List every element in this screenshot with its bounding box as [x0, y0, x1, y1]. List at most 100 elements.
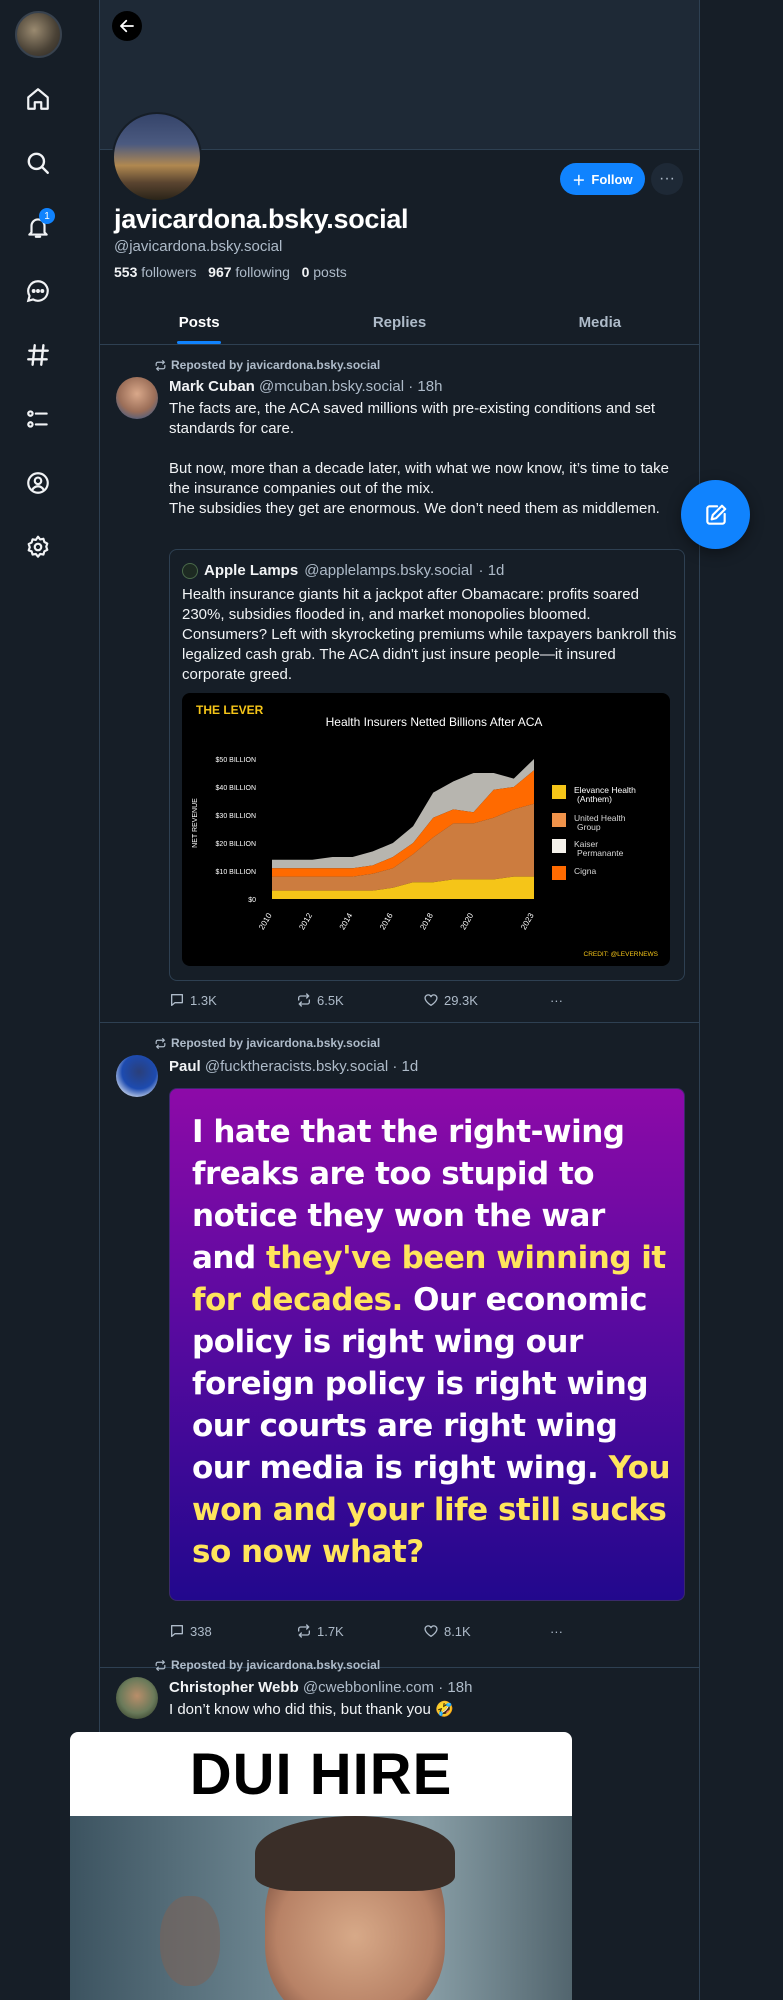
revenue-chart: THE LEVER Health Insurers Netted Billions… — [192, 703, 659, 958]
meme-text: I hate that the right-wing freaks are to… — [192, 1114, 671, 1570]
profile-icon[interactable] — [22, 467, 54, 499]
home-icon[interactable] — [22, 83, 54, 115]
feeds-hash-icon[interactable] — [22, 339, 54, 371]
x-tick-label: 2016 — [378, 911, 395, 931]
settings-gear-icon[interactable] — [22, 531, 54, 563]
profile-header: ＋ Follow ··· javicardona.bsky.social @ja… — [99, 0, 700, 345]
y-tick-label: $40 BILLION — [216, 785, 256, 792]
following-stat[interactable]: 967 following — [208, 264, 290, 280]
x-tick-label: 2014 — [338, 911, 355, 931]
post-time[interactable]: · 1d — [392, 1058, 418, 1075]
post-actions: 338 1.7K 8.1K ··· — [169, 1623, 589, 1639]
legend-swatch — [552, 866, 566, 880]
repost-icon — [297, 993, 310, 1007]
x-tick-label: 2012 — [297, 911, 314, 931]
ellipsis-icon: ··· — [549, 992, 563, 1008]
chat-icon[interactable] — [22, 275, 54, 307]
reply-icon — [171, 994, 183, 1006]
followers-stat[interactable]: 553 followers — [114, 264, 197, 280]
person-hair — [255, 1816, 455, 1891]
like-button[interactable]: 8.1K — [423, 1623, 550, 1639]
author-name[interactable]: Christopher Webb — [169, 1679, 299, 1696]
profile-tabs: Posts Replies Media — [99, 300, 700, 345]
legend-label: Cigna — [574, 866, 596, 876]
quote-author-avatar — [182, 562, 198, 579]
legend-swatch — [552, 785, 566, 799]
meme-image[interactable]: I hate that the right-wing freaks are to… — [169, 1088, 685, 1601]
post-more-button[interactable]: ··· — [550, 992, 589, 1008]
post-header: Christopher Webb @cwebbonline.com · 18h — [169, 1679, 472, 1696]
notification-badge: 1 — [39, 208, 55, 224]
post-time[interactable]: · 18h — [408, 378, 442, 395]
repost-icon — [155, 1659, 166, 1671]
repost-button[interactable]: 6.5K — [296, 992, 423, 1008]
plus-icon: ＋ — [572, 172, 586, 188]
search-icon[interactable] — [22, 147, 54, 179]
tab-replies[interactable]: Replies — [299, 300, 499, 344]
tab-posts[interactable]: Posts — [99, 300, 299, 344]
compose-button[interactable] — [681, 480, 750, 549]
reply-button[interactable]: 338 — [169, 1623, 296, 1639]
like-button[interactable]: 29.3K — [423, 992, 550, 1008]
post-more-button[interactable]: ··· — [550, 1623, 589, 1639]
chart-image[interactable]: THE LEVER Health Insurers Netted Billions… — [182, 693, 670, 966]
author-avatar[interactable] — [116, 1677, 158, 1719]
profile-more-button[interactable]: ··· — [651, 163, 683, 195]
repost-indicator: Reposted by javicardona.bsky.social — [154, 358, 380, 372]
chart-logo: THE LEVER — [196, 703, 264, 717]
compose-pencil-icon — [705, 504, 726, 525]
photo — [70, 1816, 572, 2000]
quoted-post[interactable]: Apple Lamps @applelamps.bsky.social · 1d H… — [169, 549, 685, 981]
quote-text: Health insurance giants hit a jackpot af… — [182, 586, 677, 683]
author-handle[interactable]: @mcuban.bsky.social — [259, 378, 404, 395]
ellipsis-icon: ··· — [659, 170, 675, 187]
y-tick-label: $0 — [248, 897, 256, 904]
follow-button[interactable]: ＋ Follow — [560, 163, 645, 195]
y-tick-label: $10 BILLION — [216, 869, 256, 876]
legend-label: Group — [577, 822, 601, 832]
quote-header: Apple Lamps @applelamps.bsky.social · 1d — [182, 562, 504, 579]
quote-time: · 1d — [478, 562, 505, 579]
post-item[interactable]: Reposted by javicardona.bsky.social Mark… — [99, 345, 700, 1023]
post-header: Paul @fucktheracists.bsky.social · 1d — [169, 1058, 418, 1075]
author-name[interactable]: Mark Cuban — [169, 378, 255, 395]
image-caption: DUI HIRE — [189, 1741, 453, 1807]
chart-title: Health Insurers Netted Billions After AC… — [326, 715, 543, 729]
author-handle[interactable]: @fucktheracists.bsky.social — [205, 1058, 388, 1075]
post-time[interactable]: · 18h — [438, 1679, 472, 1696]
author-avatar[interactable] — [116, 1055, 158, 1097]
lists-icon[interactable] — [22, 403, 54, 435]
dui-hire-image[interactable]: DUI HIRE — [70, 1732, 572, 2000]
x-tick-label: 2020 — [459, 911, 476, 931]
author-handle[interactable]: @cwebbonline.com — [303, 1679, 434, 1696]
post-text: The facts are, the ACA saved millions wi… — [169, 400, 669, 517]
y-tick-label: $30 BILLION — [216, 813, 256, 820]
tab-media[interactable]: Media — [500, 300, 700, 344]
post-item[interactable]: Reposted by javicardona.bsky.social Paul… — [99, 1023, 700, 1668]
quote-handle: @applelamps.bsky.social — [304, 562, 473, 579]
chart-credit: CREDIT: @LEVERNEWS — [584, 951, 659, 958]
profile-stats: 553 followers 967 following 0 posts — [114, 264, 347, 280]
post-actions: 1.3K 6.5K 29.3K ··· — [169, 992, 589, 1008]
repost-icon — [155, 1037, 166, 1049]
repost-indicator: Reposted by javicardona.bsky.social — [154, 1036, 380, 1050]
notifications-icon[interactable]: 1 — [22, 208, 55, 243]
repost-icon — [297, 1624, 310, 1638]
heart-icon — [424, 1625, 438, 1637]
author-avatar[interactable] — [116, 377, 158, 419]
repost-indicator: Reposted by javicardona.bsky.social — [154, 1658, 380, 1672]
user-avatar[interactable] — [15, 11, 62, 58]
ellipsis-icon: ··· — [549, 1623, 563, 1639]
follow-label: Follow — [591, 171, 633, 187]
repost-icon — [155, 359, 166, 371]
x-tick-label: 2010 — [257, 911, 274, 931]
author-name[interactable]: Paul — [169, 1058, 201, 1075]
post-text: I don’t know who did this, but thank you… — [169, 1701, 454, 1718]
y-tick-label: $50 BILLION — [216, 757, 256, 764]
legend-swatch — [552, 839, 566, 853]
repost-button[interactable]: 1.7K — [296, 1623, 423, 1639]
reply-button[interactable]: 1.3K — [169, 992, 296, 1008]
x-tick-label: 2023 — [519, 911, 536, 931]
heart-icon — [424, 994, 438, 1006]
quote-author: Apple Lamps — [204, 562, 299, 579]
